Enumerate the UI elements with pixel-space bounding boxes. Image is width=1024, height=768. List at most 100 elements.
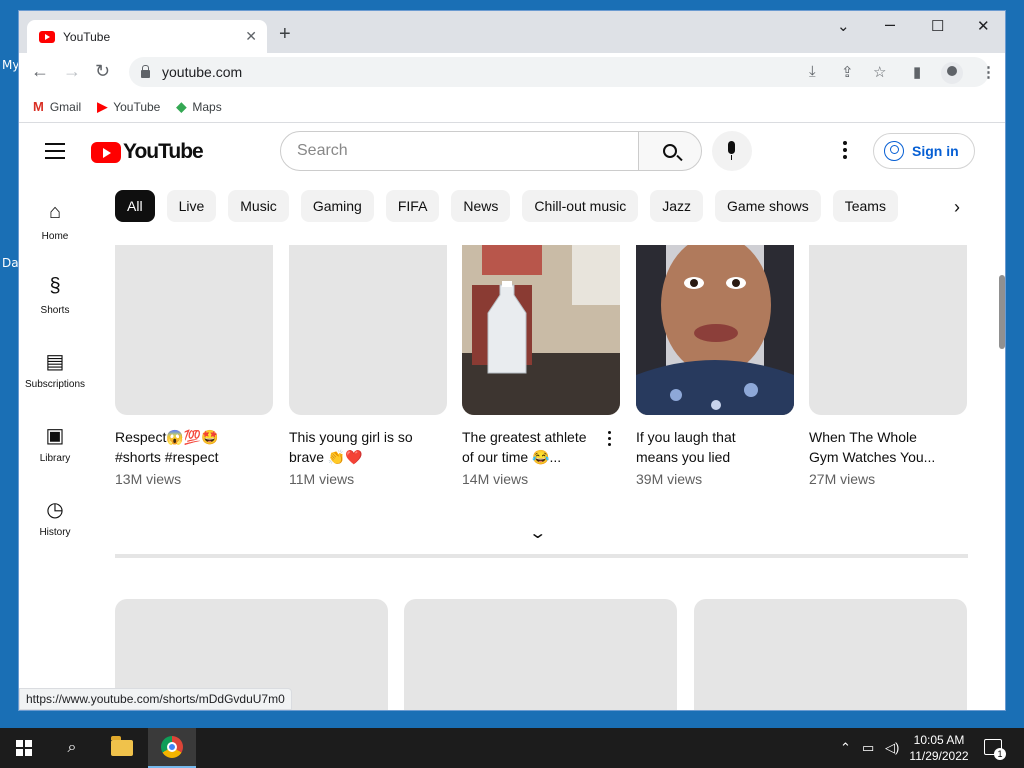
- youtube-logo[interactable]: YouTube: [91, 140, 204, 164]
- new-tab-button[interactable]: +: [279, 23, 291, 46]
- chrome-menu-icon[interactable]: ⋮: [981, 63, 996, 81]
- url-text: youtube.com: [162, 64, 243, 80]
- home-icon: ⌂: [48, 201, 62, 223]
- short-title-line: means you lied: [636, 449, 731, 465]
- guide-item-home[interactable]: ⌂ Home: [19, 187, 91, 261]
- guide-label: Home: [41, 231, 69, 242]
- short-title[interactable]: When The Whole Gym Watches You...: [809, 427, 967, 467]
- show-hidden-icons-icon[interactable]: ⌃: [840, 740, 851, 756]
- short-title[interactable]: This young girl is so brave 👏❤️: [289, 427, 447, 467]
- chip-gaming[interactable]: Gaming: [300, 190, 374, 222]
- short-thumbnail[interactable]: [636, 245, 794, 415]
- minimize-button[interactable]: –: [885, 14, 895, 35]
- chrome-icon: [161, 736, 183, 758]
- short-card[interactable]: This young girl is so brave 👏❤️ 11M view…: [289, 245, 447, 487]
- short-thumbnail[interactable]: [115, 245, 273, 415]
- short-card[interactable]: When The Whole Gym Watches You... 27M vi…: [809, 245, 967, 487]
- short-thumbnail[interactable]: [809, 245, 967, 415]
- library-icon: ▣: [45, 425, 65, 447]
- short-thumbnail[interactable]: [289, 245, 447, 415]
- profile-avatar[interactable]: [941, 62, 963, 84]
- video-thumbnail-placeholder[interactable]: [694, 599, 967, 710]
- guide-item-library[interactable]: ▣ Library: [19, 409, 91, 483]
- guide-item-history[interactable]: ◷ History: [19, 483, 91, 557]
- chip-fifa[interactable]: FIFA: [385, 190, 440, 222]
- file-explorer-button[interactable]: [98, 728, 146, 768]
- chip-live[interactable]: Live: [166, 190, 217, 222]
- forward-button[interactable]: →: [63, 61, 81, 82]
- short-title[interactable]: If you laugh that means you lied: [636, 427, 794, 467]
- reload-button[interactable]: ↻: [95, 61, 110, 82]
- start-button[interactable]: [0, 728, 48, 768]
- chip-bar: All Live Music Gaming FIFA News Chill-ou…: [115, 190, 979, 224]
- install-icon[interactable]: ⤓: [809, 63, 816, 80]
- short-card[interactable]: If you laugh that means you lied 39M vie…: [636, 245, 794, 487]
- bookmark-label: Gmail: [49, 99, 82, 114]
- tab-close-icon[interactable]: ✕: [245, 28, 257, 45]
- search-input[interactable]: Search: [280, 131, 639, 171]
- short-thumbnail[interactable]: [462, 245, 620, 415]
- notification-count-badge: 1: [994, 748, 1006, 760]
- short-title[interactable]: The greatest athlete of our time 😂...: [462, 427, 620, 467]
- tab-search-icon[interactable]: ⌄: [837, 17, 850, 35]
- browser-window: YouTube ✕ + ⌄ – ☐ ✕ ← → ↻ youtube.com ⤓ …: [18, 10, 1006, 711]
- short-title-line: brave 👏❤️: [289, 449, 363, 465]
- guide-item-shorts[interactable]: § Shorts: [19, 261, 91, 335]
- bookmark-youtube[interactable]: ▶ YouTube: [97, 99, 160, 115]
- menu-icon[interactable]: [45, 143, 65, 164]
- bookmark-maps[interactable]: ◆ Maps: [176, 99, 221, 115]
- short-menu-icon[interactable]: [608, 431, 612, 449]
- guide-label: Subscriptions: [24, 379, 86, 390]
- chip-chill-out-music[interactable]: Chill-out music: [522, 190, 639, 222]
- short-title-line: #shorts #respect: [115, 449, 219, 465]
- short-title[interactable]: Respect😱💯🤩 #shorts #respect: [115, 427, 273, 467]
- scrollbar-thumb[interactable]: [999, 275, 1005, 349]
- short-title-line: Respect😱💯🤩: [115, 429, 219, 445]
- voice-search-button[interactable]: [712, 131, 752, 171]
- chip-game-shows[interactable]: Game shows: [715, 190, 821, 222]
- chip-jazz[interactable]: Jazz: [650, 190, 704, 222]
- settings-menu-icon[interactable]: [843, 141, 847, 162]
- maps-icon: ◆: [176, 98, 187, 114]
- bookmark-gmail[interactable]: M Gmail: [33, 99, 81, 114]
- section-divider: [115, 554, 968, 558]
- page-scrollbar[interactable]: [997, 123, 1005, 710]
- chip-all[interactable]: All: [115, 190, 155, 222]
- short-views: 14M views: [462, 471, 529, 487]
- guide-item-subscriptions[interactable]: ▤ Subscriptions: [19, 335, 91, 409]
- address-bar[interactable]: youtube.com: [129, 57, 989, 87]
- chevron-right-icon[interactable]: ›: [954, 197, 960, 218]
- chip-music[interactable]: Music: [228, 190, 289, 222]
- short-thumbnail-image: [636, 245, 794, 415]
- maximize-button[interactable]: ☐: [931, 17, 944, 35]
- youtube-logo-icon: [91, 141, 121, 163]
- youtube-page: YouTube Search Sign in ⌂ Home § Shorts ▤…: [19, 123, 1005, 710]
- system-clock[interactable]: 10:05 AM 11/29/2022: [898, 732, 980, 764]
- clock-date: 11/29/2022: [909, 749, 969, 763]
- search-button[interactable]: [638, 131, 702, 171]
- short-card[interactable]: The greatest athlete of our time 😂... 14…: [462, 245, 620, 487]
- sign-in-button[interactable]: Sign in: [873, 133, 975, 169]
- back-button[interactable]: ←: [31, 61, 49, 82]
- taskbar-search-icon[interactable]: ⌕: [48, 728, 96, 768]
- user-icon: [884, 141, 904, 161]
- close-window-button[interactable]: ✕: [977, 17, 990, 35]
- chip-news[interactable]: News: [451, 190, 511, 222]
- short-card[interactable]: Respect😱💯🤩 #shorts #respect 13M views: [115, 245, 273, 487]
- lock-icon[interactable]: [141, 65, 150, 78]
- history-icon: ◷: [46, 499, 64, 521]
- share-icon[interactable]: ⇪: [841, 63, 854, 81]
- video-thumbnail-placeholder[interactable]: [404, 599, 677, 710]
- chrome-taskbar-button[interactable]: [148, 728, 196, 768]
- subscriptions-icon: ▤: [45, 351, 65, 373]
- side-panel-icon[interactable]: ▮: [913, 63, 921, 81]
- network-icon[interactable]: ▭: [862, 740, 874, 756]
- windows-icon: [16, 740, 32, 756]
- browser-tab[interactable]: YouTube ✕: [27, 20, 267, 53]
- chevron-down-icon[interactable]: ⌄: [528, 523, 547, 543]
- short-title-line: If you laugh that: [636, 429, 736, 445]
- bookmark-star-icon[interactable]: ☆: [873, 63, 886, 81]
- chip-teams[interactable]: Teams: [832, 190, 898, 222]
- guide-label: History: [39, 527, 71, 538]
- guide-sidebar: ⌂ Home § Shorts ▤ Subscriptions ▣ Librar…: [19, 187, 91, 557]
